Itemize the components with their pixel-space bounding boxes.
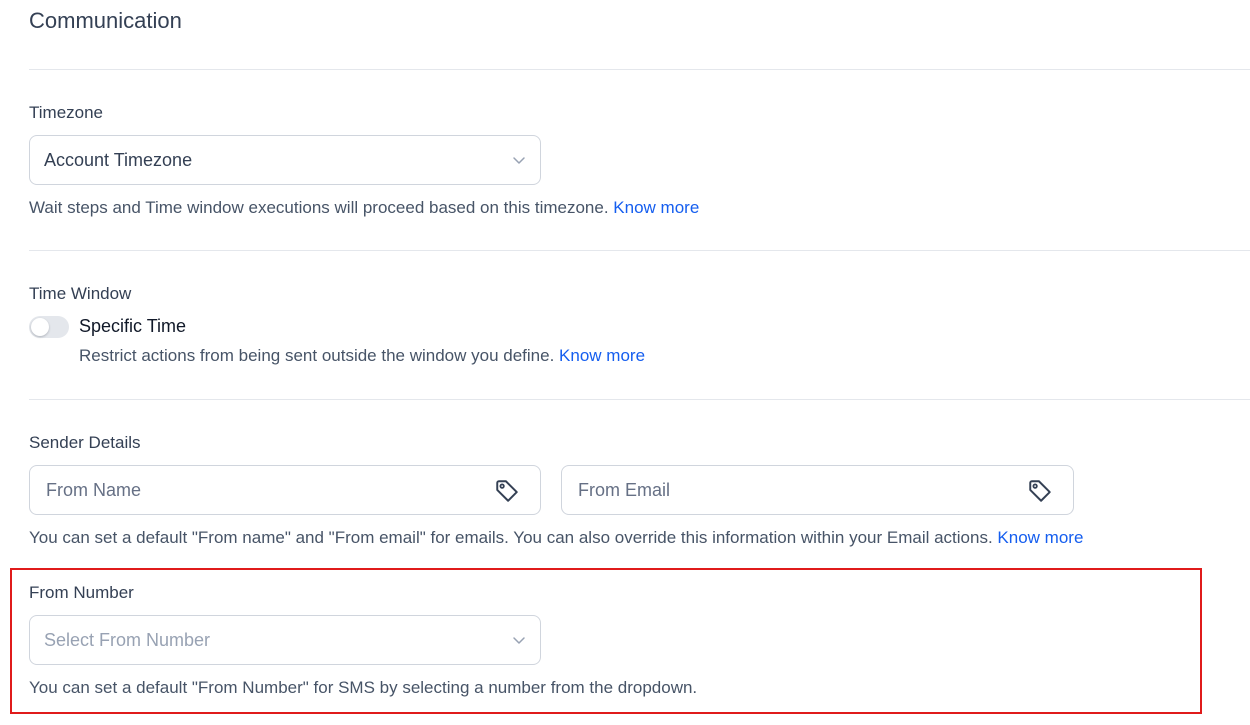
sender-details-helper: You can set a default "From name" and "F…	[29, 528, 1083, 548]
from-number-label: From Number	[29, 583, 134, 602]
from-number-placeholder: Select From Number	[44, 629, 211, 650]
timezone-label: Timezone	[29, 103, 104, 122]
timezone-select[interactable]: Account Timezone	[29, 135, 541, 185]
chevron-down-icon	[513, 157, 525, 164]
timezone-helper-text: Wait steps and Time window executions wi…	[29, 198, 609, 217]
timezone-helper: Wait steps and Time window executions wi…	[29, 198, 699, 218]
divider	[29, 250, 1250, 251]
tag-icon[interactable]	[494, 478, 520, 504]
timezone-know-more-link[interactable]: Know more	[613, 198, 699, 217]
from-number-helper: You can set a default "From Number" for …	[29, 678, 698, 697]
sender-details-helper-text: You can set a default "From name" and "F…	[29, 528, 993, 547]
timezone-selected-value: Account Timezone	[44, 149, 193, 170]
time-window-helper: Restrict actions from being sent outside…	[79, 346, 645, 366]
time-window-helper-text: Restrict actions from being sent outside…	[79, 346, 555, 365]
from-name-input[interactable]	[46, 478, 466, 502]
divider	[29, 69, 1250, 70]
tag-icon[interactable]	[1027, 478, 1053, 504]
specific-time-label: Specific Time	[79, 316, 187, 336]
time-window-label: Time Window	[29, 284, 132, 303]
page-title: Communication	[29, 8, 182, 33]
specific-time-toggle[interactable]	[29, 316, 69, 338]
time-window-know-more-link[interactable]: Know more	[559, 346, 645, 365]
sender-details-label: Sender Details	[29, 433, 141, 452]
from-email-field[interactable]	[561, 465, 1074, 515]
from-email-input[interactable]	[578, 478, 998, 502]
communication-settings-page: Communication Timezone Account Timezone …	[0, 0, 1250, 725]
sender-details-know-more-link[interactable]: Know more	[997, 528, 1083, 547]
toggle-knob	[31, 318, 49, 336]
divider	[29, 399, 1250, 400]
chevron-down-icon	[513, 637, 525, 644]
from-name-field[interactable]	[29, 465, 541, 515]
from-number-select[interactable]: Select From Number	[29, 615, 541, 665]
